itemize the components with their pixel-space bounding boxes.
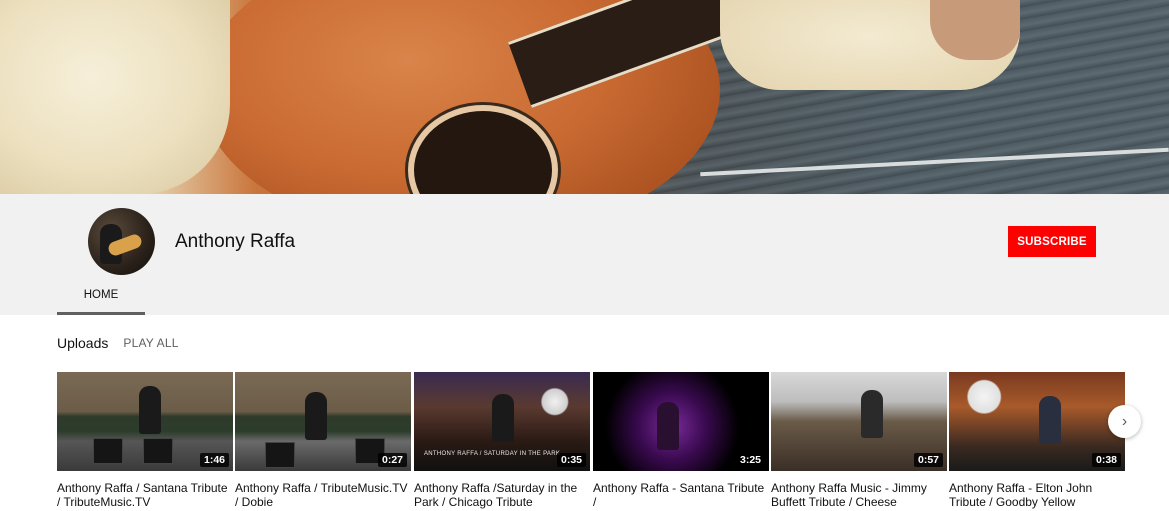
video-thumbnail[interactable]: 3:25 (593, 372, 769, 471)
video-duration: 0:57 (913, 453, 943, 467)
video-item[interactable]: 0:27 Anthony Raffa / TributeMusic.TV / D… (235, 372, 411, 509)
video-item[interactable]: 0:57 Anthony Raffa Music - Jimmy Buffett… (771, 372, 947, 509)
thumbnail-figure (657, 402, 679, 450)
video-thumbnail[interactable]: 0:27 (235, 372, 411, 471)
uploads-shelf: 1:46 Anthony Raffa / Santana Tribute / T… (57, 372, 1125, 511)
video-item[interactable]: ANTHONY RAFFA / SATURDAY IN THE PARK 0:3… (414, 372, 590, 509)
video-duration: 0:35 (556, 453, 586, 467)
video-duration: 0:27 (377, 453, 407, 467)
thumbnail-amp (265, 442, 295, 468)
uploads-shelf-header: Uploads PLAY ALL (57, 333, 179, 353)
banner-sleeve (0, 0, 230, 194)
channel-header: Anthony Raffa SUBSCRIBE HOME (0, 194, 1169, 315)
video-thumbnail[interactable]: 1:46 (57, 372, 233, 471)
thumbnail-figure (139, 386, 161, 434)
video-duration: 1:46 (199, 453, 229, 467)
video-title[interactable]: Anthony Raffa / Santana Tribute / Tribut… (57, 481, 233, 509)
tab-home[interactable]: HOME (57, 278, 145, 315)
uploads-title[interactable]: Uploads (57, 335, 108, 351)
shelf-next-button[interactable]: › (1108, 405, 1141, 438)
channel-avatar[interactable] (88, 208, 155, 275)
video-thumbnail[interactable]: ANTHONY RAFFA / SATURDAY IN THE PARK 0:3… (414, 372, 590, 471)
play-all-button[interactable]: PLAY ALL (123, 336, 178, 350)
thumbnail-figure (861, 390, 883, 438)
video-thumbnail[interactable]: 0:38 (949, 372, 1125, 471)
thumbnail-figure (1039, 396, 1061, 444)
thumbnail-caption: ANTHONY RAFFA / SATURDAY IN THE PARK (424, 451, 561, 457)
chevron-right-icon: › (1121, 412, 1128, 430)
channel-banner (0, 0, 1169, 194)
thumbnail-figure (305, 392, 327, 440)
video-title[interactable]: Anthony Raffa Music - Jimmy Buffett Trib… (771, 481, 947, 509)
video-item[interactable]: 0:38 Anthony Raffa - Elton John Tribute … (949, 372, 1125, 509)
thumbnail-amp (143, 438, 173, 464)
subscribe-button[interactable]: SUBSCRIBE (1008, 226, 1096, 257)
thumbnail-figure (492, 394, 514, 442)
thumbnail-amp (93, 438, 123, 464)
video-title[interactable]: Anthony Raffa - Santana Tribute / (593, 481, 769, 509)
video-item[interactable]: 1:46 Anthony Raffa / Santana Tribute / T… (57, 372, 233, 509)
video-title[interactable]: Anthony Raffa / TributeMusic.TV / Dobie (235, 481, 411, 509)
video-thumbnail[interactable]: 0:57 (771, 372, 947, 471)
video-item[interactable]: 3:25 Anthony Raffa - Santana Tribute / (593, 372, 769, 509)
video-duration: 0:38 (1091, 453, 1121, 467)
channel-name: Anthony Raffa (175, 231, 296, 252)
video-duration: 3:25 (735, 453, 765, 467)
video-title[interactable]: Anthony Raffa /Saturday in the Park / Ch… (414, 481, 590, 509)
video-title[interactable]: Anthony Raffa - Elton John Tribute / Goo… (949, 481, 1125, 509)
